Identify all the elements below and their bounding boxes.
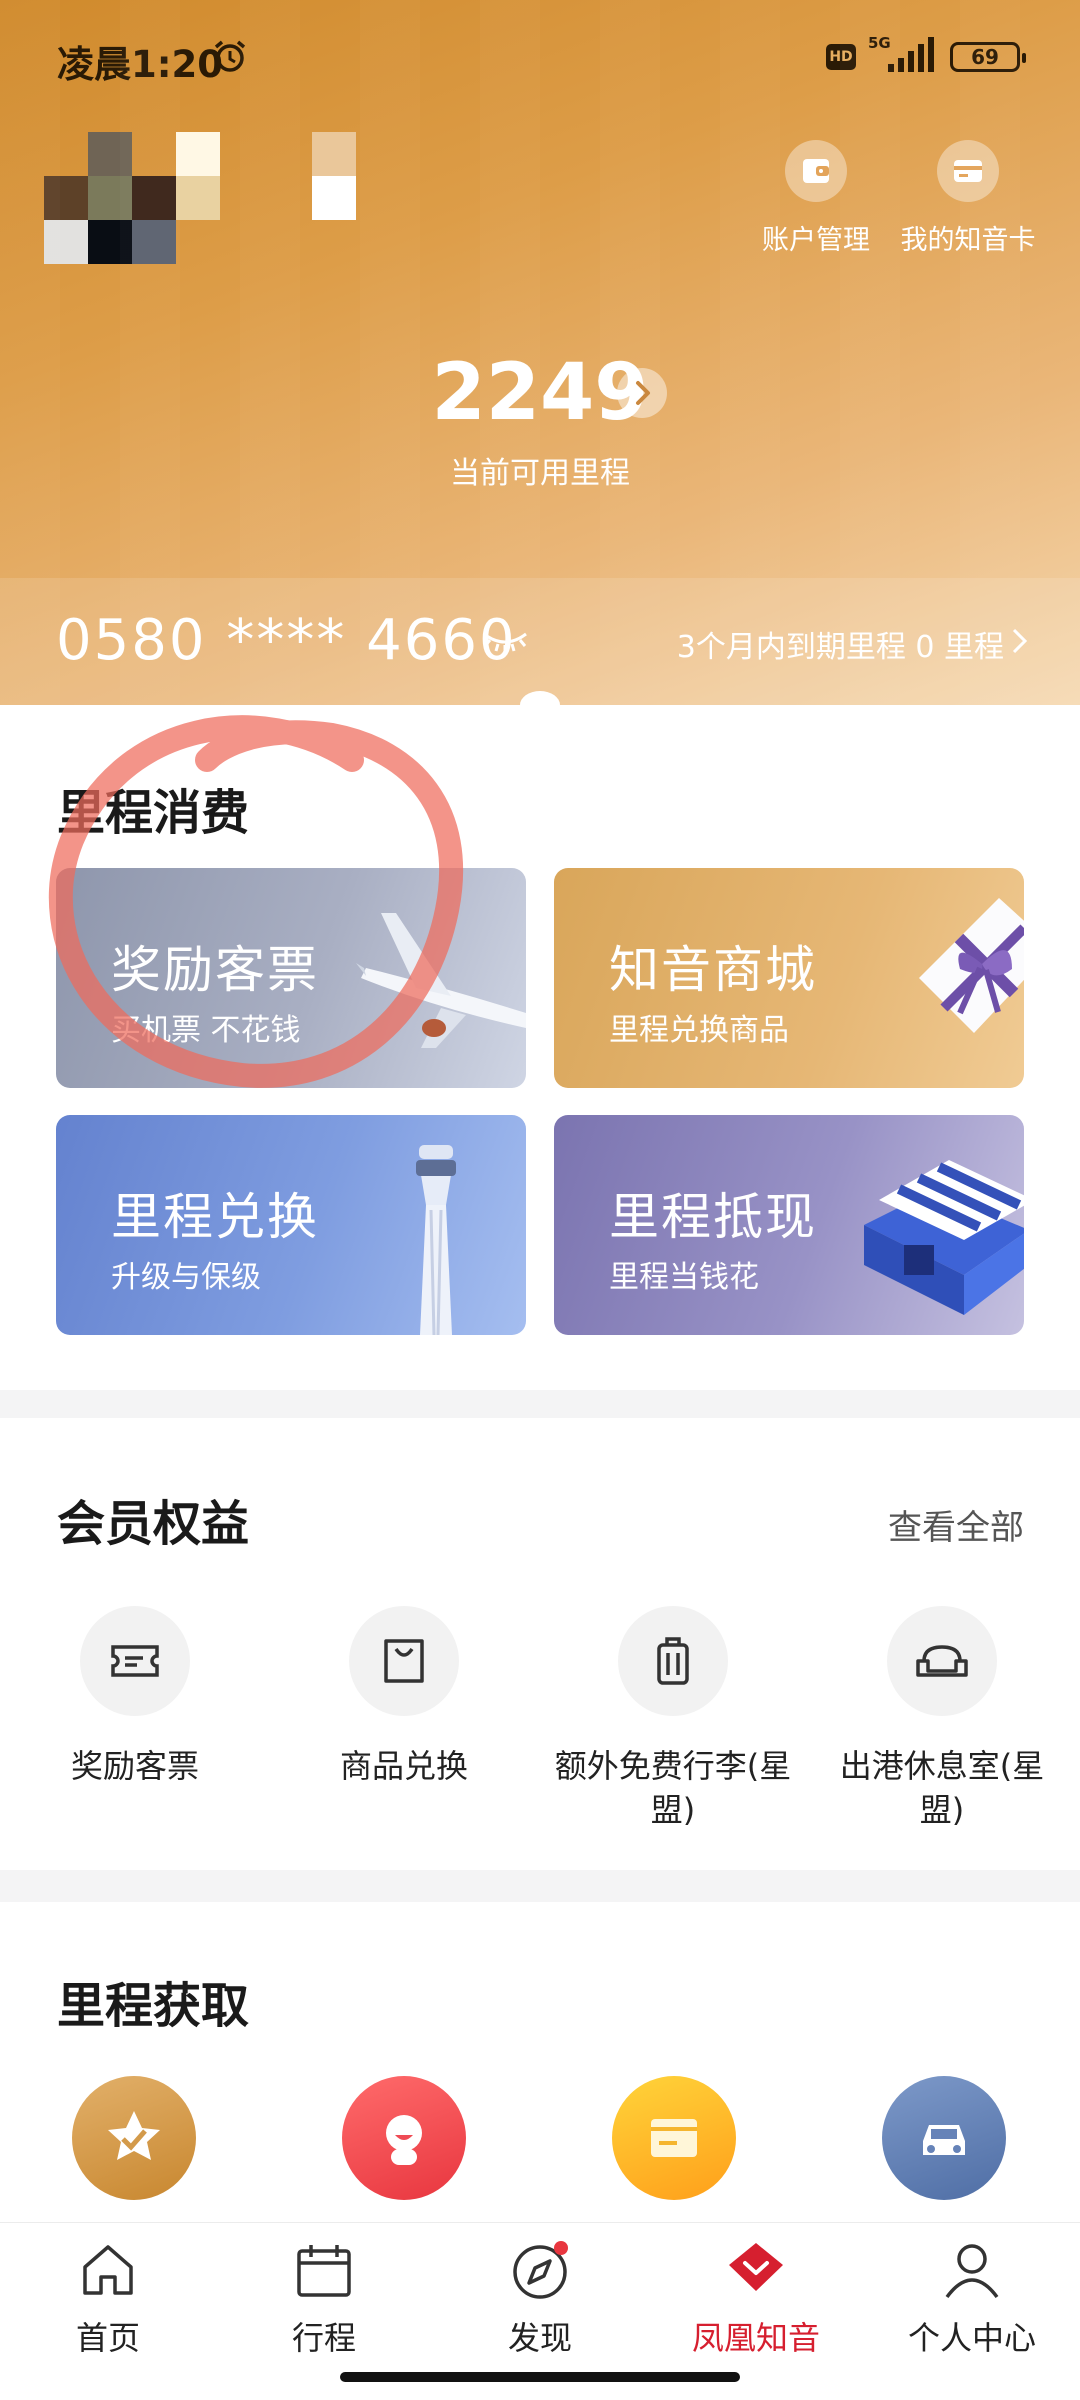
annotation-circle <box>48 715 464 1088</box>
benefits-title: 会员权益 <box>57 1496 250 1552</box>
benefit-award-ticket[interactable]: 奖励客票 <box>15 1606 255 1788</box>
member-header: 凌晨1:20 HD 5G 69 账户管理 我的知音卡 2249 当前可用里程 0… <box>0 0 1080 705</box>
tab-label: 首页 <box>75 2319 140 2357</box>
tile-subtitle: 里程当钱花 <box>609 1260 759 1295</box>
earn-item[interactable] <box>882 2076 1006 2200</box>
benefit-extra-baggage[interactable]: 额外免费行李(星盟) <box>553 1606 793 1832</box>
alarm-icon <box>214 40 246 72</box>
earn-title: 里程获取 <box>57 1978 250 2034</box>
chevron-right-icon[interactable] <box>1008 624 1032 658</box>
benefit-label: 出港休息室(星盟) <box>839 1747 1045 1829</box>
benefit-lounge[interactable]: 出港休息室(星盟) <box>822 1606 1062 1832</box>
user-icon <box>945 2244 999 2299</box>
tab-home[interactable]: 首页 <box>8 2239 208 2359</box>
tab-label: 发现 <box>507 2319 572 2357</box>
star-badge-icon <box>108 2111 160 2160</box>
tile-subtitle: 里程兑换商品 <box>609 1013 789 1048</box>
chevron-right-icon[interactable] <box>617 368 667 418</box>
home-icon <box>83 2245 133 2295</box>
benefit-label: 奖励客票 <box>70 1747 199 1785</box>
battery-icon: 69 <box>950 42 1026 72</box>
earn-item[interactable] <box>72 2076 196 2200</box>
tab-label: 凤凰知音 <box>691 2319 820 2357</box>
benefits-section: 会员权益 查看全部 奖励客票 商品兑换 额外免费行李(星盟) 出港休息室(星盟) <box>0 1418 1080 1870</box>
tab-label: 行程 <box>291 2319 356 2357</box>
mall-tile[interactable]: 知音商城 里程兑换商品 <box>554 868 1024 1088</box>
available-miles[interactable]: 2249 <box>0 348 1080 438</box>
compass-icon <box>513 2241 568 2299</box>
status-bar: 凌晨1:20 HD 5G 69 <box>0 0 1080 115</box>
tab-itinerary[interactable]: 行程 <box>224 2239 424 2359</box>
eye-closed-icon[interactable] <box>480 624 530 654</box>
miles-exchange-tile[interactable]: 里程兑换 升级与保级 <box>56 1115 526 1335</box>
calendar-icon <box>297 2245 351 2297</box>
tab-phoenix-miles[interactable]: 凤凰知音 <box>656 2239 856 2359</box>
wallet-icon <box>803 159 829 183</box>
card-number: 0580 **** 4660 <box>56 608 517 673</box>
view-all-link[interactable]: 查看全部 <box>888 1500 1024 1549</box>
card-icon <box>651 2119 697 2157</box>
status-time: 凌晨1:20 <box>57 43 224 86</box>
tile-title: 里程兑换 <box>111 1188 319 1246</box>
account-manage-button[interactable]: 账户管理 <box>736 140 896 257</box>
avatar[interactable] <box>44 132 356 268</box>
home-indicator[interactable] <box>340 2372 740 2382</box>
tab-profile[interactable]: 个人中心 <box>872 2239 1072 2359</box>
tile-title: 里程抵现 <box>609 1188 817 1246</box>
gift-box-image <box>919 898 1024 1033</box>
benefit-goods-exchange[interactable]: 商品兑换 <box>284 1606 524 1788</box>
tile-title: 知音商城 <box>609 941 817 999</box>
luggage-icon <box>657 1637 689 1685</box>
hd-badge: HD <box>826 44 856 70</box>
shopping-bag-icon <box>384 1639 424 1683</box>
account-manage-label: 账户管理 <box>762 225 870 256</box>
miles-cash-tile[interactable]: 里程抵现 里程当钱花 <box>554 1115 1024 1335</box>
car-icon <box>923 2125 965 2155</box>
tile-subtitle: 升级与保级 <box>111 1260 261 1295</box>
earn-item[interactable] <box>342 2076 466 2200</box>
my-card-label: 我的知音卡 <box>900 225 1036 256</box>
card-icon <box>954 160 982 182</box>
earn-item[interactable] <box>612 2076 736 2200</box>
sofa-icon <box>916 1645 968 1677</box>
control-tower-image <box>416 1145 456 1335</box>
signal-icon: 5G <box>868 34 934 72</box>
expiring-miles[interactable]: 3个月内到期里程 0 里程 <box>677 622 1004 666</box>
my-card-button[interactable]: 我的知音卡 <box>888 140 1048 257</box>
earn-section: 里程获取 <box>0 1902 1080 2222</box>
network-label: 5G <box>868 34 891 52</box>
mascot-icon <box>386 2115 422 2165</box>
tab-label: 个人中心 <box>907 2319 1036 2357</box>
ticket-icon <box>111 1645 159 1677</box>
tab-discover[interactable]: 发现 <box>440 2239 640 2359</box>
benefit-label: 额外免费行李(星盟) <box>554 1747 792 1829</box>
phoenix-diamond-icon <box>729 2243 783 2291</box>
miles-caption: 当前可用里程 <box>450 456 630 491</box>
benefit-label: 商品兑换 <box>339 1747 468 1785</box>
shop-image <box>864 1160 1024 1315</box>
